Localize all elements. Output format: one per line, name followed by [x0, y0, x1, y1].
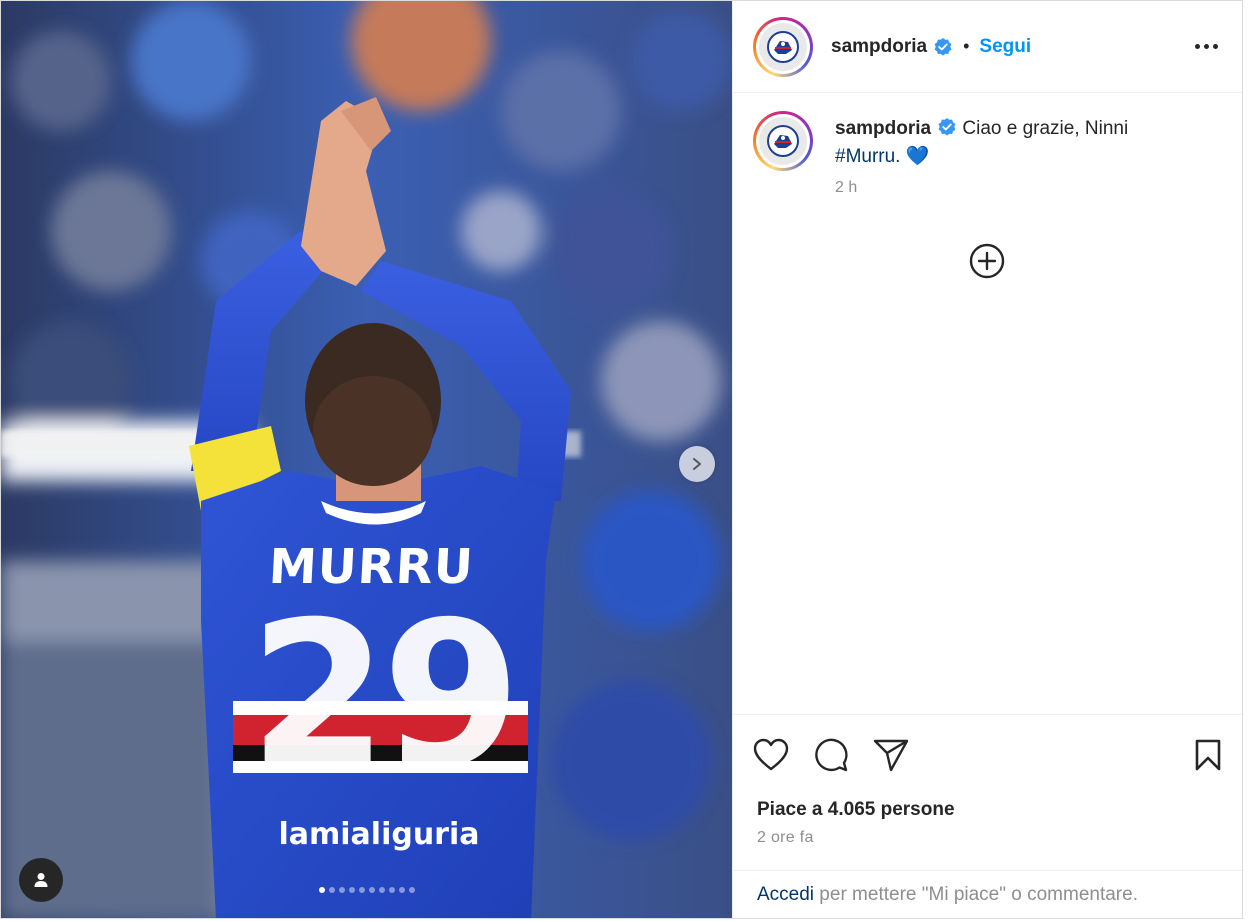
caption-body-text: Ciao e grazie, Ninni — [962, 118, 1129, 139]
caption-hashtag-link[interactable]: #Murru. — [835, 146, 900, 167]
caption-username[interactable]: sampdoria — [835, 118, 931, 139]
caption-text: sampdoria Ciao e grazie, Ninni #Murru. 💙 — [835, 115, 1195, 171]
header-separator: • — [963, 36, 970, 56]
carousel-dot — [328, 887, 335, 893]
jersey-number: 29 — [248, 579, 521, 812]
verified-badge-icon — [937, 117, 957, 137]
share-button[interactable] — [871, 735, 911, 775]
chevron-right-icon — [693, 458, 701, 470]
post-timestamp[interactable]: 2 ore fa — [757, 829, 1222, 847]
carousel-indicators — [1, 887, 732, 893]
carousel-dot — [358, 887, 365, 893]
login-prompt: Accedi per mettere "Mi piace" o commenta… — [733, 870, 1242, 918]
jersey-sponsor: lamialiguria — [278, 817, 480, 852]
heart-icon — [753, 738, 789, 771]
comment-icon — [815, 738, 848, 772]
like-button[interactable] — [751, 735, 791, 775]
instagram-post: MURRU 29 lamialiguria sampdoria • Segui … — [0, 0, 1243, 919]
comment-button[interactable] — [811, 735, 851, 775]
likes-count[interactable]: Piace a 4.065 persone — [757, 799, 1222, 821]
carousel-dot — [338, 887, 345, 893]
avatar[interactable] — [753, 16, 813, 77]
post-media[interactable]: MURRU 29 lamialiguria — [1, 1, 732, 918]
carousel-dot — [318, 887, 325, 893]
more-options-button[interactable] — [1187, 36, 1226, 57]
tagged-users-button[interactable] — [19, 858, 63, 902]
sampdoria-logo-icon — [767, 30, 799, 63]
carousel-dot — [388, 887, 395, 893]
post-actions: Piace a 4.065 persone 2 ore fa — [733, 714, 1242, 870]
carousel-dot — [378, 887, 385, 893]
load-more-comments-button[interactable] — [969, 243, 1005, 279]
caption: sampdoria Ciao e grazie, Ninni #Murru. 💙… — [753, 111, 1226, 197]
more-horizontal-icon — [1195, 44, 1200, 49]
login-link[interactable]: Accedi — [757, 884, 814, 906]
carousel-dot — [348, 887, 355, 893]
post-header: sampdoria • Segui — [733, 1, 1242, 93]
carousel-next-button[interactable] — [679, 446, 715, 482]
carousel-dot — [368, 887, 375, 893]
comments-section: sampdoria Ciao e grazie, Ninni #Murru. 💙… — [733, 93, 1242, 714]
login-prompt-text: per mettere "Mi piace" o commentare. — [814, 883, 1138, 905]
blue-heart-emoji: 💙 — [905, 146, 930, 167]
caption-time[interactable]: 2 h — [835, 179, 1195, 197]
follow-button[interactable]: Segui — [979, 36, 1031, 58]
carousel-dot — [408, 887, 415, 893]
header-username[interactable]: sampdoria — [831, 36, 927, 58]
verified-badge-icon — [933, 37, 953, 57]
share-icon — [873, 739, 909, 772]
save-button[interactable] — [1188, 735, 1228, 775]
post-side-panel: sampdoria • Segui sampdoria Ciao e grazi… — [732, 1, 1242, 918]
carousel-dot — [398, 887, 405, 893]
caption-avatar[interactable] — [753, 111, 813, 171]
plus-circle-icon — [969, 243, 1005, 279]
sampdoria-logo-icon — [767, 125, 799, 157]
bookmark-icon — [1195, 739, 1221, 771]
